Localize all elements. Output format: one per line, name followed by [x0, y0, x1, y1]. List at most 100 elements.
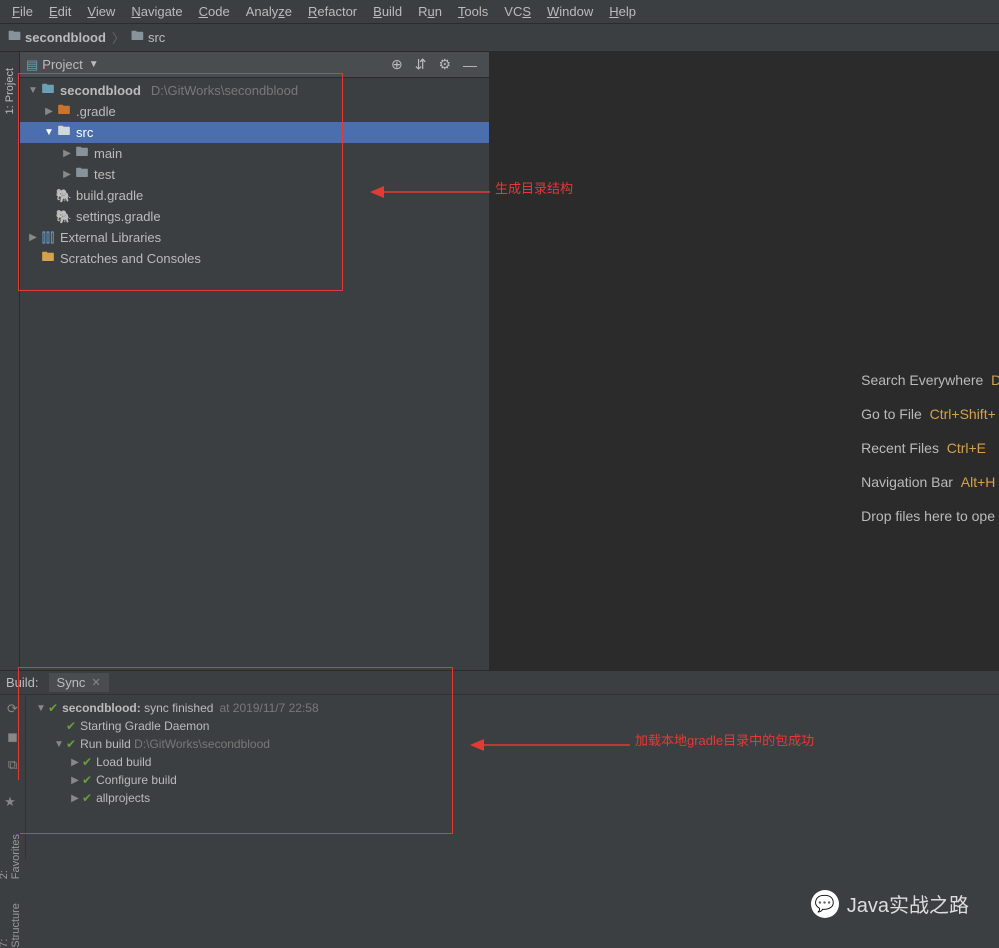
hint-search-everywhere: Search Everywhere Do — [861, 372, 999, 388]
collapse-icon[interactable]: ⇵ — [415, 56, 427, 73]
menu-tools[interactable]: Tools — [450, 2, 496, 21]
build-daemon[interactable]: ✔ Starting Gradle Daemon — [30, 717, 995, 735]
build-item-label: Starting Gradle Daemon — [80, 719, 209, 733]
folder-icon: 🖿 — [56, 122, 72, 144]
menu-window[interactable]: Window — [539, 2, 601, 21]
expand-arrow-icon[interactable]: ▼ — [34, 703, 48, 714]
scratches-icon: 🖿 — [40, 248, 56, 270]
left-tool-gutter: 1: Project — [0, 52, 20, 670]
gear-icon[interactable]: ⚙ — [438, 56, 451, 73]
menu-run[interactable]: Run — [410, 2, 450, 21]
breadcrumb: 🖿 secondblood 〉 🖿 src — [0, 24, 999, 52]
build-item-path: D:\GitWorks\secondblood — [134, 737, 270, 751]
minimize-icon[interactable]: — — [463, 57, 477, 73]
expand-arrow-icon[interactable]: ▶ — [60, 169, 74, 180]
menu-help[interactable]: Help — [601, 2, 644, 21]
hint-go-to-file: Go to File Ctrl+Shift+ — [861, 406, 999, 422]
build-tab-sync[interactable]: Sync ✕ — [49, 673, 109, 692]
folder-icon: 🖿 — [131, 27, 144, 49]
annotation-arrow-icon — [370, 182, 490, 202]
expand-arrow-icon[interactable]: ▶ — [26, 232, 40, 243]
tree-src-folder[interactable]: ▼ 🖿 src — [20, 122, 489, 143]
gradle-file-icon: 🐘 — [56, 188, 72, 204]
expand-arrow-icon[interactable]: ▼ — [26, 85, 40, 96]
menu-vcs[interactable]: VCS — [496, 2, 539, 21]
hint-navigation-bar: Navigation Bar Alt+H — [861, 474, 999, 490]
menu-file[interactable]: File — [4, 2, 41, 21]
tree-settings-gradle[interactable]: 🐘 settings.gradle — [20, 206, 489, 227]
menu-code[interactable]: Code — [191, 2, 238, 21]
tree-item-label: .gradle — [76, 104, 116, 119]
menu-view[interactable]: View — [79, 2, 123, 21]
folder-icon: 🖿 — [74, 143, 90, 165]
expand-arrow-icon[interactable]: ▶ — [68, 793, 82, 804]
sidebar-tab-structure[interactable]: 7: Structure — [0, 899, 22, 948]
dropdown-arrow-icon[interactable]: ▼ — [89, 59, 99, 70]
breadcrumb-separator: 〉 — [112, 28, 125, 47]
build-item-label: allprojects — [96, 791, 150, 805]
folder-icon: 🖿 — [56, 101, 72, 123]
build-root-status: sync finished — [144, 701, 213, 715]
wechat-icon: 💬 — [811, 890, 839, 918]
tree-item-label: main — [94, 146, 122, 161]
welcome-hints: Search Everywhere Do Go to File Ctrl+Shi… — [861, 372, 999, 542]
tree-root[interactable]: ▼ 🖿 secondblood D:\GitWorks\secondblood — [20, 80, 489, 101]
tree-item-label: build.gradle — [76, 188, 143, 203]
expand-arrow-icon[interactable]: ▶ — [42, 106, 56, 117]
expand-arrow-icon[interactable]: ▶ — [68, 757, 82, 768]
watermark: 💬 Java实战之路 — [811, 889, 969, 918]
sidebar-tab-favorites[interactable]: 2: Favorites — [0, 830, 22, 879]
expand-arrow-icon[interactable]: ▼ — [52, 739, 66, 750]
tree-gradle-folder[interactable]: ▶ 🖿 .gradle — [20, 101, 489, 122]
build-configure-build[interactable]: ▶ ✔ Configure build — [30, 771, 995, 789]
annotation-arrow-icon — [470, 735, 630, 755]
project-tree: ▼ 🖿 secondblood D:\GitWorks\secondblood … — [20, 78, 489, 271]
sidebar-tab-project[interactable]: 1: Project — [4, 62, 16, 120]
annotation-text: 加载本地gradle目录中的包成功 — [635, 730, 814, 749]
menu-edit[interactable]: Edit — [41, 2, 79, 21]
build-item-label: Configure build — [96, 773, 177, 787]
expand-arrow-icon[interactable]: ▶ — [60, 148, 74, 159]
bottom-tool-gutter: ★ 2: Favorites 7: Structure — [0, 780, 20, 948]
locate-icon[interactable]: ⊕ — [391, 56, 403, 73]
build-allprojects[interactable]: ▶ ✔ allprojects — [30, 789, 995, 807]
check-icon: ✔ — [66, 737, 76, 751]
hint-drop-files: Drop files here to ope — [861, 508, 999, 524]
menu-build[interactable]: Build — [365, 2, 410, 21]
tree-main-folder[interactable]: ▶ 🖿 main — [20, 143, 489, 164]
tree-item-label: src — [76, 125, 93, 140]
tree-external-libraries[interactable]: ▶ ⫿⫿⫿ External Libraries — [20, 227, 489, 248]
project-view-label[interactable]: Project — [42, 57, 82, 72]
tree-item-label: settings.gradle — [76, 209, 161, 224]
tree-root-name: secondblood — [60, 83, 141, 98]
refresh-icon[interactable]: ⟳ — [7, 701, 18, 717]
breadcrumb-child[interactable]: src — [148, 30, 165, 45]
build-item-label: Run build — [80, 737, 131, 751]
libraries-icon: ⫿⫿⫿ — [40, 230, 56, 246]
expand-arrow-icon[interactable]: ▶ — [68, 775, 82, 786]
close-icon[interactable]: ✕ — [91, 676, 100, 689]
stop-icon[interactable]: ◼ — [7, 729, 18, 745]
build-panel: Build: Sync ✕ ⟳ ◼ ⧉ 📌 ▼ ✔ secondblood: s… — [0, 670, 999, 858]
watermark-text: Java实战之路 — [847, 889, 969, 918]
build-tab-label: Sync — [57, 675, 86, 690]
layout-icon[interactable]: ⧉ — [8, 757, 17, 773]
menu-analyze[interactable]: Analyze — [238, 2, 300, 21]
editor-area: Search Everywhere Do Go to File Ctrl+Shi… — [490, 52, 999, 670]
expand-arrow-icon[interactable]: ▼ — [42, 127, 56, 138]
menu-refactor[interactable]: Refactor — [300, 2, 365, 21]
tree-root-path: D:\GitWorks\secondblood — [151, 83, 298, 98]
build-title: Build: — [6, 675, 39, 690]
check-icon: ✔ — [82, 755, 92, 769]
tree-item-label: External Libraries — [60, 230, 161, 245]
check-icon: ✔ — [82, 773, 92, 787]
build-root[interactable]: ▼ ✔ secondblood: sync finished at 2019/1… — [30, 699, 995, 717]
check-icon: ✔ — [82, 791, 92, 805]
tree-item-label: test — [94, 167, 115, 182]
breadcrumb-root[interactable]: secondblood — [25, 30, 106, 45]
menu-navigate[interactable]: Navigate — [123, 2, 190, 21]
tree-scratches[interactable]: 🖿 Scratches and Consoles — [20, 248, 489, 269]
build-item-label: Load build — [96, 755, 151, 769]
menubar: File Edit View Navigate Code Analyze Ref… — [0, 0, 999, 24]
build-load-build[interactable]: ▶ ✔ Load build — [30, 753, 995, 771]
